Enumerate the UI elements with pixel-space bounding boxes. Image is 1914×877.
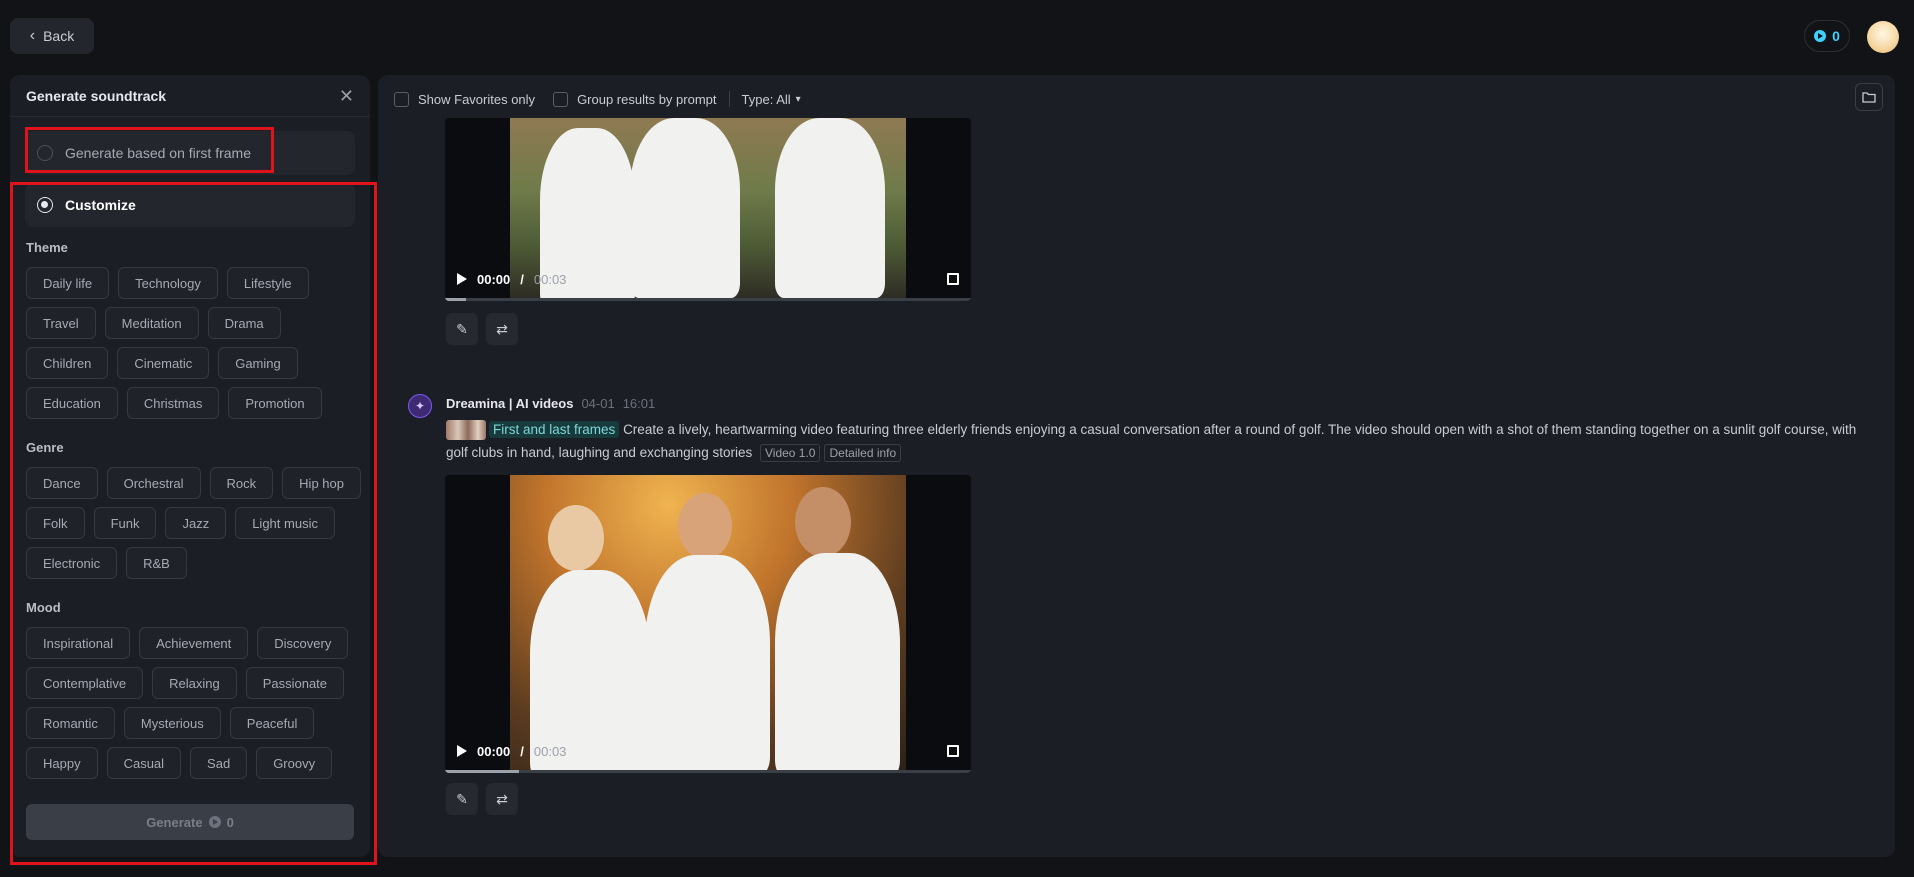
credits-badge[interactable]: 0 xyxy=(1804,20,1850,52)
back-button[interactable]: ‹ Back xyxy=(10,18,94,54)
panel-header: Generate soundtrack ✕ xyxy=(10,75,370,117)
favorites-checkbox[interactable] xyxy=(394,91,409,107)
message-date: 04-01 xyxy=(581,396,615,411)
video-controls: 00:00 / 00:03 xyxy=(445,729,971,773)
filter-bar: Show Favorites only Group results by pro… xyxy=(394,87,801,111)
back-label: Back xyxy=(43,28,75,44)
type-label: Type: All xyxy=(741,91,791,107)
pencil-icon: ✎ xyxy=(456,320,468,337)
edit-button[interactable]: ✎ xyxy=(446,313,478,345)
progress-bar[interactable] xyxy=(445,298,971,301)
type-dropdown[interactable]: Type: All ▾ xyxy=(742,92,801,107)
pencil-icon: ✎ xyxy=(456,790,468,807)
fullscreen-icon[interactable] xyxy=(947,273,959,285)
favorites-label: Show Favorites only xyxy=(418,91,536,107)
group-checkbox[interactable] xyxy=(553,91,569,107)
message-time: 16:01 xyxy=(622,396,656,411)
credits-count: 0 xyxy=(1832,28,1840,44)
chevron-down-icon: ▾ xyxy=(795,93,801,105)
group-filter[interactable]: Group results by prompt xyxy=(553,91,717,107)
repeat-icon: ⇄ xyxy=(496,320,508,337)
folder-icon xyxy=(1862,92,1876,103)
close-icon[interactable]: ✕ xyxy=(339,87,354,105)
panel-title: Generate soundtrack xyxy=(26,87,167,104)
detailed-info-tag[interactable]: Detailed info xyxy=(824,444,902,462)
progress-fill xyxy=(445,770,519,773)
group-label: Group results by prompt xyxy=(577,91,717,107)
play-icon[interactable] xyxy=(457,745,467,757)
frames-thumbnail[interactable] xyxy=(446,420,486,441)
chevron-left-icon: ‹ xyxy=(29,27,36,44)
time-total: 00:03 xyxy=(533,743,567,759)
time-current: 00:00 xyxy=(477,271,511,287)
video-player[interactable]: 00:00 / 00:03 xyxy=(445,118,971,301)
video-controls: 00:00 / 00:03 xyxy=(445,257,971,301)
edit-button[interactable]: ✎ xyxy=(446,783,478,815)
message-prompt: First and last frames Create a lively, h… xyxy=(446,418,1866,464)
video-player[interactable]: 00:00 / 00:03 xyxy=(445,475,971,773)
dreamina-logo-icon: ✦ xyxy=(408,394,432,418)
repeat-icon: ⇄ xyxy=(496,790,508,807)
message-header: Dreamina | AI videos 04-01 16:01 xyxy=(446,396,655,411)
favorites-filter[interactable]: Show Favorites only xyxy=(394,91,536,107)
message-author: Dreamina | AI videos xyxy=(446,396,574,411)
progress-bar[interactable] xyxy=(445,770,971,773)
fullscreen-icon[interactable] xyxy=(947,745,959,757)
progress-fill xyxy=(445,298,467,301)
time-current: 00:00 xyxy=(477,743,511,759)
regenerate-button[interactable]: ⇄ xyxy=(486,783,518,815)
time-total: 00:03 xyxy=(533,271,567,287)
version-tag: Video 1.0 xyxy=(759,444,821,462)
credit-coin-icon xyxy=(1814,30,1827,42)
play-icon[interactable] xyxy=(457,273,467,285)
highlight-box-first-frame xyxy=(25,127,274,173)
highlight-box-customize xyxy=(10,182,377,865)
frames-tag[interactable]: First and last frames xyxy=(489,421,620,438)
avatar[interactable] xyxy=(1867,21,1899,53)
prompt-text: Create a lively, heartwarming video feat… xyxy=(446,422,1857,460)
results-area: Show Favorites only Group results by pro… xyxy=(378,75,1895,857)
regenerate-button[interactable]: ⇄ xyxy=(486,313,518,345)
divider xyxy=(728,91,730,107)
folder-button[interactable] xyxy=(1855,83,1883,111)
